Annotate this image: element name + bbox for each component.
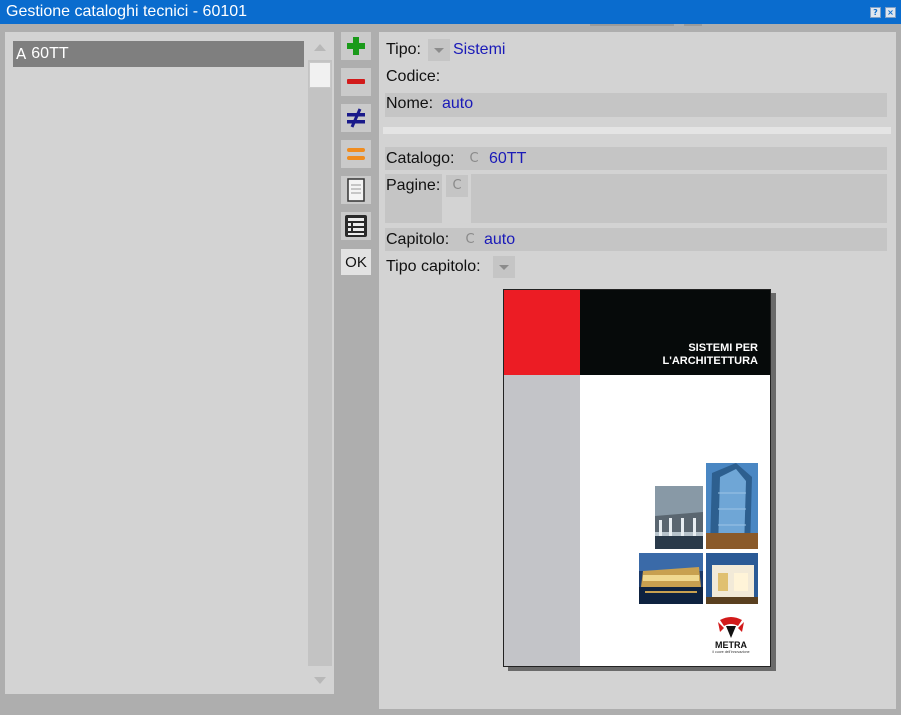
title-bar: Gestione cataloghi tecnici - 60101 ? ×	[0, 0, 901, 24]
capitolo-code-button[interactable]: C	[459, 229, 481, 251]
nome-value[interactable]: auto	[442, 95, 473, 113]
metra-logo-icon	[718, 617, 744, 638]
remove-button[interactable]	[341, 68, 371, 96]
titlebar-divider	[590, 24, 674, 26]
catalogo-label: Catalogo:	[386, 150, 455, 167]
catalogo-code-button[interactable]: C	[463, 148, 485, 170]
equal-icon	[347, 148, 365, 160]
scroll-thumb[interactable]	[309, 62, 331, 88]
add-button[interactable]	[341, 32, 371, 60]
window-title: Gestione cataloghi tecnici - 60101	[6, 3, 248, 20]
tipo-dropdown-icon[interactable]	[428, 39, 450, 61]
cover-title: SISTEMI PER L'ARCHITETTURA	[663, 342, 759, 368]
nome-label: Nome:	[386, 95, 434, 112]
catalog-list-panel: A 60TT	[5, 32, 334, 694]
type-a-icon: A	[16, 45, 27, 63]
pagine-label: Pagine:	[386, 177, 441, 194]
detail-form-panel: Tipo: Sistemi Codice: Nome: auto Catalog…	[379, 32, 896, 709]
pagine-code-button[interactable]: C	[446, 175, 468, 197]
cover-title-line2: L'ARCHITETTURA	[662, 355, 759, 367]
pagine-field[interactable]	[471, 174, 887, 223]
cover-title-line1: SISTEMI PER	[688, 342, 758, 354]
codice-label: Codice:	[386, 68, 441, 85]
remove-icon	[347, 79, 365, 84]
scroll-down-arrow-icon[interactable]	[314, 677, 326, 684]
metra-logo: METRA il cuore dell'innovazione	[700, 616, 762, 658]
cover-grey-stripe	[504, 375, 580, 666]
cover-photo-night-building	[639, 553, 703, 604]
titlebar-divider	[684, 24, 702, 26]
capitolo-value[interactable]: auto	[484, 231, 515, 249]
list-view-button[interactable]	[341, 212, 371, 240]
cover-photo-white-building	[706, 553, 758, 604]
list-scrollbar[interactable]	[308, 34, 332, 692]
capitolo-label: Capitolo:	[386, 231, 450, 248]
metra-logo-subtitle: il cuore dell'innovazione	[712, 650, 750, 654]
list-item[interactable]: A 60TT	[13, 41, 304, 67]
scroll-up-arrow-icon[interactable]	[314, 44, 326, 51]
close-button[interactable]: ×	[885, 6, 896, 18]
ok-button[interactable]: OK	[341, 249, 371, 275]
catalogo-field[interactable]	[385, 147, 887, 170]
help-button[interactable]: ?	[870, 6, 881, 18]
catalog-cover-image: SISTEMI PER L'ARCHITETTURA METRA il cuor…	[503, 289, 771, 667]
list-item-label: 60TT	[31, 45, 69, 62]
catalogo-value[interactable]: 60TT	[489, 150, 526, 168]
tipo-capitolo-dropdown-icon[interactable]	[493, 256, 515, 278]
list-icon	[345, 215, 367, 237]
cover-photo-glass-tower	[706, 463, 758, 549]
scroll-track[interactable]	[308, 60, 332, 666]
not-equal-icon	[347, 108, 365, 128]
tipo-label: Tipo:	[386, 41, 421, 58]
section-divider	[383, 127, 891, 134]
metra-logo-text: METRA	[715, 640, 747, 650]
add-icon	[347, 37, 365, 55]
cover-photo-fountain	[655, 486, 703, 549]
not-equal-button[interactable]	[341, 104, 371, 132]
equal-button[interactable]	[341, 140, 371, 168]
page-icon	[347, 178, 365, 202]
cover-red-block	[504, 290, 580, 375]
tipo-capitolo-label: Tipo capitolo:	[386, 258, 481, 275]
page-button[interactable]	[341, 176, 371, 204]
tipo-value[interactable]: Sistemi	[453, 41, 505, 59]
